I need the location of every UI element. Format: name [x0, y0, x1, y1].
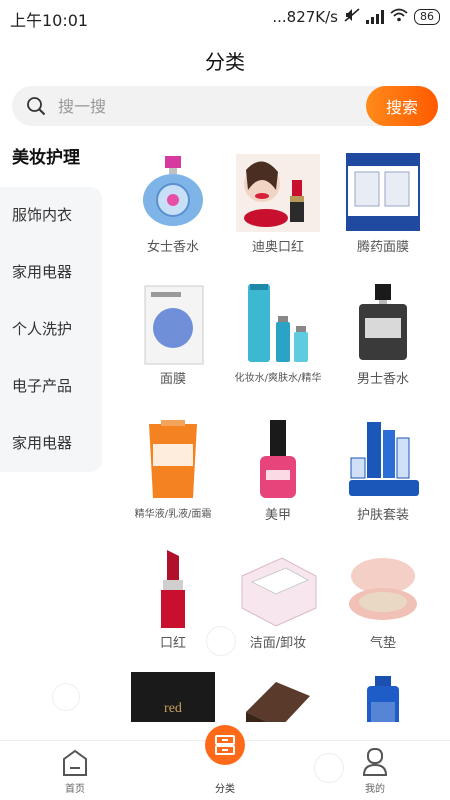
product-item[interactable]: 护肤套装 — [330, 418, 436, 524]
nav-category-label: 分类 — [215, 784, 235, 795]
nav-home-label: 首页 — [65, 784, 85, 795]
mute-icon — [344, 7, 360, 27]
product-item[interactable]: 面膜 — [120, 282, 226, 388]
lipstick-ad-icon — [236, 150, 320, 234]
product-item[interactable]: 美甲 — [225, 418, 331, 524]
search-icon — [27, 97, 46, 116]
product-label: 洁面/卸妆 — [249, 636, 307, 651]
floating-dot — [206, 626, 236, 656]
product-label: 美甲 — [264, 508, 291, 523]
nav-category[interactable]: 分类 — [180, 725, 270, 800]
sidebar-list: 服饰内衣 家用电器 个人洗护 电子产品 家用电器 — [0, 187, 102, 472]
floating-dot — [52, 683, 80, 711]
search-button[interactable]: 搜索 — [366, 86, 438, 126]
red-box-icon: red — [131, 672, 215, 722]
product-label: 女士香水 — [146, 240, 199, 255]
product-label: 男士香水 — [356, 372, 409, 387]
toner-bottles-icon — [236, 282, 320, 366]
men-perfume-icon — [341, 282, 425, 366]
blue-bottle-icon — [341, 672, 425, 722]
lipstick-icon — [131, 546, 215, 630]
wifi-icon — [390, 8, 408, 26]
product-item[interactable]: 精华液/乳液/面霜 — [120, 418, 226, 521]
nav-home[interactable]: 首页 — [30, 741, 120, 800]
product-item[interactable]: 洁面/卸妆 — [225, 546, 331, 652]
eyeshadow-palette-icon — [236, 672, 320, 722]
sidebar-item-electronics[interactable]: 电子产品 — [0, 358, 102, 415]
svg-text:red: red — [164, 701, 182, 716]
mask-box-icon — [341, 150, 425, 234]
sidebar-item-beauty[interactable]: 美妆护理 — [0, 130, 102, 187]
product-label: 面膜 — [159, 372, 186, 387]
home-icon — [63, 749, 87, 776]
mask-pack-icon — [131, 282, 215, 366]
user-icon — [362, 748, 388, 776]
search-input[interactable] — [58, 86, 358, 126]
product-label: 腾药面膜 — [356, 240, 409, 255]
category-icon — [205, 725, 245, 765]
cotton-pads-icon — [236, 546, 320, 630]
sidebar-item-appliances-2[interactable]: 家用电器 — [0, 415, 102, 472]
product-item[interactable]: 女士香水 — [120, 150, 226, 256]
sidebar-item-appliances[interactable]: 家用电器 — [0, 244, 102, 301]
product-item[interactable] — [330, 672, 436, 722]
status-icons: ...827K/s 86 — [272, 7, 440, 27]
sidebar-item-personal-care[interactable]: 个人洗护 — [0, 301, 102, 358]
product-label: 化妆水/爽肤水/精华 — [234, 373, 322, 384]
sidebar-item-apparel[interactable]: 服饰内衣 — [0, 187, 102, 244]
status-time: 上午10:01 — [10, 11, 89, 30]
page-title: 分类 — [205, 50, 245, 74]
nail-polish-icon — [236, 418, 320, 502]
signal-icon — [366, 10, 384, 24]
product-item[interactable]: 男士香水 — [330, 282, 436, 388]
status-bar: 上午10:01 ...827K/s 86 — [0, 0, 450, 34]
nav-mine-label: 我的 — [365, 784, 385, 795]
battery-indicator: 86 — [414, 9, 440, 25]
product-label: 气垫 — [369, 636, 396, 651]
product-label: 护肤套装 — [356, 508, 409, 523]
product-grid: 女士香水 迪奥口红 腾药面膜 面膜 化妆水/爽肤水/精华 男士香水 精华液/乳液… — [120, 150, 436, 722]
product-label: 精华液/乳液/面霜 — [134, 509, 212, 520]
sunscreen-tube-icon — [131, 418, 215, 502]
skincare-set-icon — [341, 418, 425, 502]
cushion-compact-icon — [341, 546, 425, 630]
product-item[interactable]: 化妆水/爽肤水/精华 — [225, 282, 331, 385]
category-sidebar: 美妆护理 服饰内衣 家用电器 个人洗护 电子产品 家用电器 — [0, 130, 102, 472]
product-label: 迪奥口红 — [251, 240, 304, 255]
network-speed: ...827K/s — [272, 8, 338, 26]
product-item[interactable]: 腾药面膜 — [330, 150, 436, 256]
product-item[interactable]: red — [120, 672, 226, 722]
product-item[interactable] — [225, 672, 331, 722]
search-bar: 搜索 — [12, 86, 438, 126]
nav-mine[interactable]: 我的 — [330, 741, 420, 800]
product-item[interactable]: 气垫 — [330, 546, 436, 652]
product-item[interactable]: 迪奥口红 — [225, 150, 331, 256]
bottom-nav: 首页 分类 我的 — [0, 725, 450, 800]
perfume-bottle-icon — [131, 150, 215, 234]
